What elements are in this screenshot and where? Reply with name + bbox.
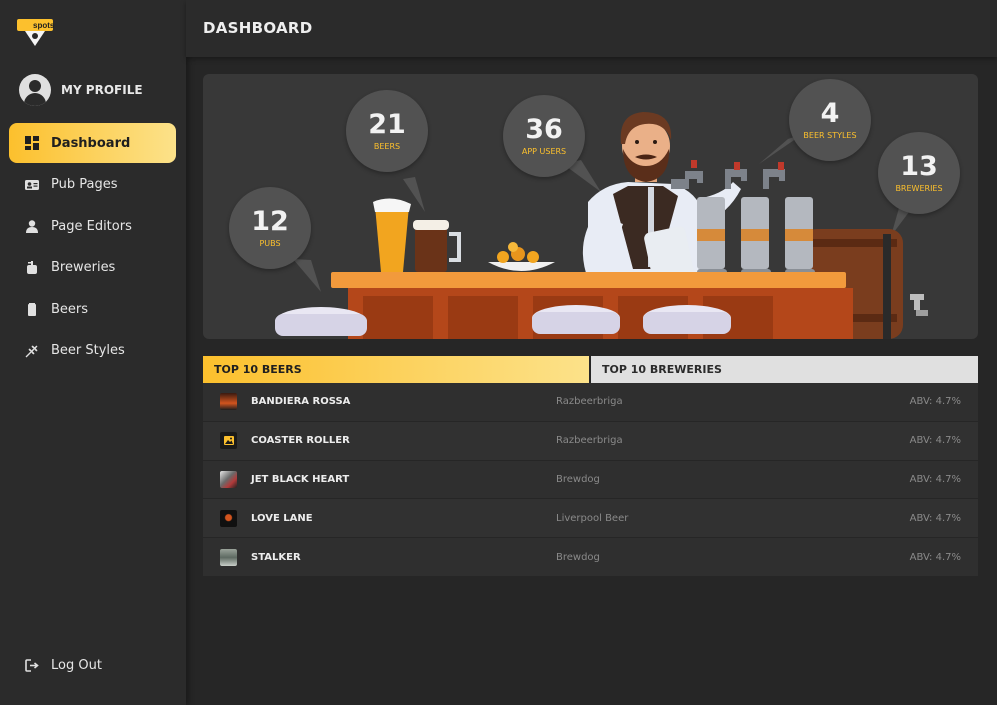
user-icon (25, 219, 39, 233)
stat-value: 36 (525, 114, 563, 145)
table-row[interactable]: JET BLACK HEART Brewdog ABV: 4.7% (203, 460, 978, 500)
sidebar: spots MY PROFILE Dashboard Pub Pages Pag… (0, 0, 186, 705)
stat-pubs: 12 PUBS (229, 187, 311, 269)
dashboard-hero: 12 PUBS 21 BEERS 36 APP USERS 4 BEER STY… (203, 74, 978, 339)
avatar-icon (19, 74, 51, 106)
beer-can-icon (25, 302, 39, 316)
stat-label: BEERS (373, 142, 401, 151)
beer-name: LOVE LANE (251, 512, 313, 524)
sidebar-item-dashboard[interactable]: Dashboard (9, 123, 176, 163)
sidebar-item-beers[interactable]: Beers (9, 289, 176, 329)
logo-text: spots (33, 21, 55, 30)
beer-abv: ABV: 4.7% (909, 435, 961, 447)
beer-thumbnail (220, 470, 237, 488)
app-logo[interactable]: spots (17, 16, 55, 48)
sidebar-item-label: Breweries (51, 260, 116, 275)
wheat-icon (25, 344, 39, 358)
stat-value: 12 (251, 206, 289, 237)
tab-top-10-breweries[interactable]: TOP 10 BREWERIES (591, 356, 978, 383)
stat-value: 21 (368, 109, 406, 140)
brewery-icon (25, 261, 39, 275)
beer-thumbnail (220, 548, 237, 566)
table-row[interactable]: BANDIERA ROSSA Razbeerbriga ABV: 4.7% (203, 383, 978, 422)
beer-abv: ABV: 4.7% (909, 473, 961, 485)
top10-tabs: TOP 10 BEERS TOP 10 BREWERIES (203, 356, 978, 383)
sidebar-item-beer-styles[interactable]: Beer Styles (9, 331, 176, 371)
beer-brewery: Razbeerbriga (556, 396, 623, 408)
sidebar-nav: Dashboard Pub Pages Page Editors Breweri… (9, 123, 176, 372)
top-beers-table: BANDIERA ROSSA Razbeerbriga ABV: 4.7% CO… (203, 383, 978, 577)
sidebar-item-label: Dashboard (51, 135, 131, 151)
profile-label: MY PROFILE (61, 83, 143, 97)
stat-label: APP USERS (521, 147, 567, 156)
beer-name: JET BLACK HEART (251, 473, 350, 485)
stat-value: 4 (820, 98, 840, 129)
top-header: DASHBOARD (186, 0, 997, 57)
stat-label: BREWERIES (895, 184, 943, 193)
beer-abv: ABV: 4.7% (909, 512, 961, 524)
sidebar-item-label: Beers (51, 301, 89, 317)
beer-abv: ABV: 4.7% (909, 551, 961, 563)
sidebar-item-page-editors[interactable]: Page Editors (9, 206, 176, 246)
beer-name: STALKER (251, 551, 301, 563)
beer-thumbnail (220, 509, 237, 527)
stat-label: PUBS (259, 239, 281, 248)
stat-value: 13 (900, 151, 938, 182)
beer-thumbnail (220, 393, 237, 411)
sidebar-item-label: Beer Styles (51, 343, 125, 358)
beer-name: COASTER ROLLER (251, 435, 350, 447)
sidebar-item-breweries[interactable]: Breweries (9, 248, 176, 288)
dashboard-icon (25, 136, 39, 150)
page-title: DASHBOARD (203, 19, 313, 37)
beer-name: BANDIERA ROSSA (251, 396, 351, 408)
image-placeholder-icon (220, 432, 237, 450)
beer-abv: ABV: 4.7% (909, 396, 961, 408)
beer-brewery: Brewdog (556, 551, 600, 563)
sidebar-item-pub-pages[interactable]: Pub Pages (9, 165, 176, 205)
stat-beer-styles: 4 BEER STYLES (789, 79, 871, 161)
logout-label: Log Out (51, 658, 102, 673)
sidebar-item-label: Pub Pages (51, 177, 118, 192)
beer-brewery: Brewdog (556, 473, 600, 485)
beer-brewery: Liverpool Beer (556, 512, 629, 524)
stat-app-users: 36 APP USERS (503, 95, 585, 177)
stat-beers: 21 BEERS (346, 90, 428, 172)
sidebar-item-label: Page Editors (51, 218, 132, 234)
logout-icon (25, 658, 39, 673)
tab-top-10-beers[interactable]: TOP 10 BEERS (203, 356, 589, 383)
logout-button[interactable]: Log Out (25, 658, 102, 673)
table-row[interactable]: LOVE LANE Liverpool Beer ABV: 4.7% (203, 499, 978, 539)
beer-brewery: Razbeerbriga (556, 435, 623, 447)
stat-breweries: 13 BREWERIES (878, 132, 960, 214)
table-row[interactable]: STALKER Brewdog ABV: 4.7% (203, 538, 978, 577)
table-row[interactable]: COASTER ROLLER Razbeerbriga ABV: 4.7% (203, 421, 978, 461)
my-profile-link[interactable]: MY PROFILE (19, 74, 143, 106)
id-card-icon (25, 178, 39, 192)
stat-label: BEER STYLES (803, 131, 857, 140)
